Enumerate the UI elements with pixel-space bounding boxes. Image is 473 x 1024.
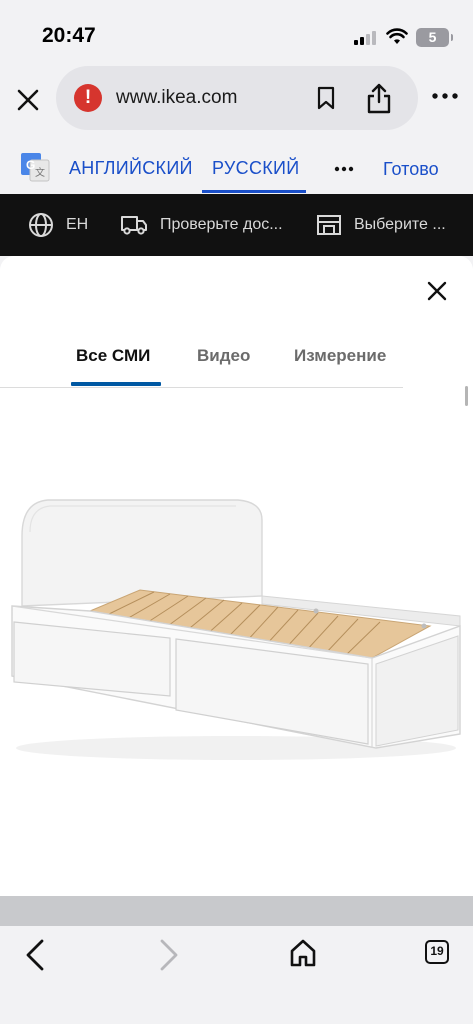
svg-text:G: G [26, 158, 35, 172]
delivery-label: Проверьте дос... [160, 216, 283, 233]
done-button[interactable]: Готово [383, 159, 439, 180]
more-options-icon[interactable] [334, 166, 354, 172]
active-tab-indicator [71, 382, 161, 386]
cellular-signal-icon [354, 31, 378, 45]
close-icon[interactable] [14, 86, 42, 114]
wifi-icon [386, 28, 408, 44]
target-language-tab[interactable]: РУССКИЙ [212, 158, 300, 179]
media-tabs: Все СМИ Видео Измерение [0, 330, 473, 388]
scrollbar[interactable] [465, 386, 468, 406]
language-label: EH [66, 216, 89, 233]
globe-icon [29, 213, 53, 237]
translate-bar: G 文 АНГЛИЙСКИЙ РУССКИЙ Готово [0, 134, 473, 194]
page-content-strip [0, 896, 473, 926]
home-icon[interactable] [289, 938, 317, 968]
more-options-icon[interactable] [432, 92, 458, 100]
share-icon[interactable] [366, 82, 392, 114]
language-selector[interactable]: EH [28, 194, 88, 256]
active-language-indicator [202, 190, 306, 193]
status-time: 20:47 [42, 24, 96, 47]
close-icon[interactable] [426, 280, 448, 302]
media-gallery-sheet: Все СМИ Видео Измерение [0, 256, 473, 896]
not-secure-warning-icon[interactable]: ! [74, 84, 102, 112]
tab-measurement[interactable]: Измерение [294, 346, 386, 366]
ikea-top-bar: EH Проверьте дос... Выберите ... [0, 194, 473, 256]
product-image[interactable] [0, 486, 473, 776]
bookmark-icon[interactable] [315, 86, 337, 110]
back-icon[interactable] [24, 938, 46, 972]
delivery-check[interactable]: Проверьте дос... [120, 194, 283, 256]
url-text[interactable]: www.ikea.com [116, 87, 237, 109]
source-language-tab[interactable]: АНГЛИЙСКИЙ [69, 158, 193, 179]
battery-indicator: 5 [416, 28, 453, 47]
svg-text:文: 文 [35, 166, 45, 179]
store-selector[interactable]: Выберите ... [316, 194, 446, 256]
browser-address-bar: ! www.ikea.com [0, 66, 473, 134]
forward-icon[interactable] [158, 938, 180, 972]
tab-all-media[interactable]: Все СМИ [76, 346, 150, 366]
tabs-count-button[interactable]: 19 [425, 940, 449, 964]
truck-icon [121, 216, 147, 235]
tab-video[interactable]: Видео [197, 346, 250, 366]
tabs-divider [0, 387, 403, 388]
store-icon [317, 215, 341, 235]
google-translate-icon: G 文 [21, 153, 50, 182]
store-label: Выберите ... [354, 216, 446, 233]
url-field[interactable]: ! www.ikea.com [56, 66, 418, 130]
status-bar: 20:47 5 [0, 0, 473, 66]
browser-toolbar: 19 [0, 926, 473, 1024]
